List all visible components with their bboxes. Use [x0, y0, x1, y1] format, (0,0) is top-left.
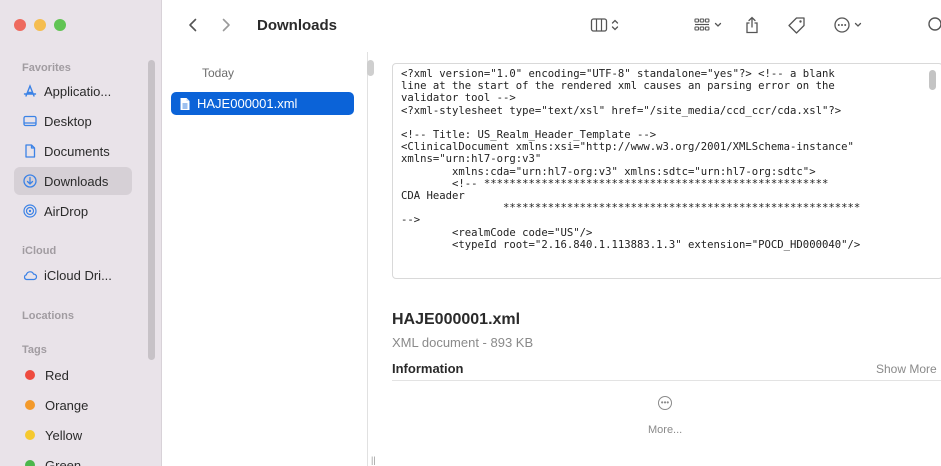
information-heading: Information [392, 361, 464, 376]
file-list-column: Today HAJE000001.xml [162, 52, 368, 466]
sidebar-item-label: AirDrop [44, 203, 89, 219]
tag-color-dot [25, 370, 35, 380]
sidebar-item-icloud-drive[interactable]: iCloud Dri... [14, 261, 132, 289]
divider [392, 380, 941, 381]
code-line: CDA Header [401, 190, 465, 203]
show-more-link[interactable]: Show More [876, 362, 937, 376]
code-line: <!-- ***********************************… [401, 177, 829, 190]
sidebar-item-label: Applicatio... [44, 83, 112, 99]
sidebar-item-label: Yellow [45, 427, 83, 443]
sidebar: Favorites Applicatio... Desktop Document… [0, 0, 162, 466]
more-label[interactable]: More... [648, 424, 682, 436]
code-line: <realmCode code="US"/> [401, 226, 593, 239]
favorites-section-label: Favorites [22, 62, 71, 74]
code-line: --> [401, 214, 421, 227]
sidebar-item-label: Desktop [44, 113, 92, 129]
file-list-scrollbar[interactable] [367, 60, 374, 76]
minimize-button[interactable] [34, 19, 46, 31]
search-button[interactable] [927, 14, 941, 36]
downloads-icon [22, 173, 38, 189]
chevron-down-icon [854, 22, 862, 27]
sidebar-item-airdrop[interactable]: AirDrop [14, 197, 132, 225]
sidebar-item-label: Red [45, 367, 69, 383]
tag-color-dot [25, 400, 35, 410]
preview-pane: <?xml version="1.0" encoding="UTF-8" sta… [375, 52, 941, 466]
up-down-chevron-icon [611, 19, 619, 31]
group-header-today: Today [202, 66, 235, 80]
sidebar-item-label: Downloads [44, 173, 109, 189]
locations-section-label: Locations [22, 310, 74, 322]
applications-icon [22, 83, 38, 99]
forward-button[interactable] [215, 14, 237, 36]
sidebar-item-label: iCloud Dri... [44, 267, 112, 283]
sidebar-item-label: Green [45, 457, 82, 466]
file-icon [179, 97, 191, 111]
code-line: <?xml-stylesheet type="text/xsl" href="/… [401, 104, 842, 117]
view-options-button[interactable] [590, 14, 619, 36]
window-title: Downloads [257, 17, 338, 34]
code-line: xmlns:cda="urn:hl7-org:v3" xmlns:sdtc="u… [401, 165, 816, 178]
code-line: <?xml version="1.0" encoding="UTF-8" sta… [401, 68, 835, 80]
share-icon [746, 16, 758, 34]
document-icon [22, 143, 38, 159]
sidebar-item-applications[interactable]: Applicatio... [14, 77, 132, 105]
back-chevron-icon [189, 18, 197, 32]
tag-color-dot [25, 460, 35, 466]
icloud-section-label: iCloud [22, 245, 57, 257]
preview-file-name: HAJE000001.xml [392, 311, 521, 328]
sidebar-scrollbar[interactable] [148, 60, 155, 360]
group-icon [694, 18, 710, 31]
back-button[interactable] [182, 14, 204, 36]
sidebar-item-tag-red[interactable]: Red [14, 361, 132, 389]
desktop-icon [22, 113, 38, 129]
zoom-button[interactable] [54, 19, 66, 31]
preview-file-kind: XML document - 893 KB [392, 335, 534, 350]
more-icon[interactable]: ••• [658, 396, 672, 410]
sidebar-item-tag-orange[interactable]: Orange [14, 391, 132, 419]
more-actions-button[interactable] [833, 14, 862, 36]
code-line: <ClinicalDocument xmlns:xsi="http://www.… [401, 141, 854, 154]
more-actions-icon [834, 17, 850, 33]
close-button[interactable] [14, 19, 26, 31]
code-line: <typeId root="2.16.840.1.113883.1.3" ext… [401, 238, 861, 251]
sidebar-item-downloads[interactable]: Downloads [14, 167, 132, 195]
airdrop-icon [22, 203, 38, 219]
xml-code-text: <?xml version="1.0" encoding="UTF-8" sta… [401, 68, 921, 251]
file-name: HAJE000001.xml [197, 96, 298, 111]
code-line: ****************************************… [401, 202, 861, 215]
search-icon [928, 17, 941, 31]
code-line: line at the start of the rendered xml ca… [401, 80, 835, 93]
tags-section-label: Tags [22, 344, 47, 356]
tag-icon [788, 17, 805, 34]
code-line: <!-- Title: US_Realm_Header_Template --> [401, 129, 657, 142]
cloud-icon [22, 267, 38, 283]
column-view-icon [590, 18, 608, 32]
sidebar-item-tag-green[interactable]: Green [14, 451, 132, 466]
tag-button[interactable] [787, 14, 807, 36]
sidebar-item-desktop[interactable]: Desktop [14, 107, 132, 135]
share-button[interactable] [745, 14, 759, 36]
toolbar: Downloads [162, 0, 941, 52]
file-content-preview[interactable]: <?xml version="1.0" encoding="UTF-8" sta… [392, 63, 941, 279]
group-button[interactable] [693, 14, 722, 36]
sidebar-item-tag-yellow[interactable]: Yellow [14, 421, 132, 449]
window-controls [14, 19, 66, 31]
preview-scrollbar[interactable] [929, 70, 936, 90]
sidebar-item-label: Orange [45, 397, 89, 413]
forward-chevron-icon [222, 18, 230, 32]
file-row-selected[interactable]: HAJE000001.xml [171, 92, 354, 115]
sidebar-item-documents[interactable]: Documents [14, 137, 132, 165]
code-line: validator tool --> [401, 92, 516, 105]
code-line: xmlns="urn:hl7-org:v3" [401, 153, 542, 166]
sidebar-item-label: Documents [44, 143, 110, 159]
chevron-down-icon [714, 22, 722, 27]
tag-color-dot [25, 430, 35, 440]
